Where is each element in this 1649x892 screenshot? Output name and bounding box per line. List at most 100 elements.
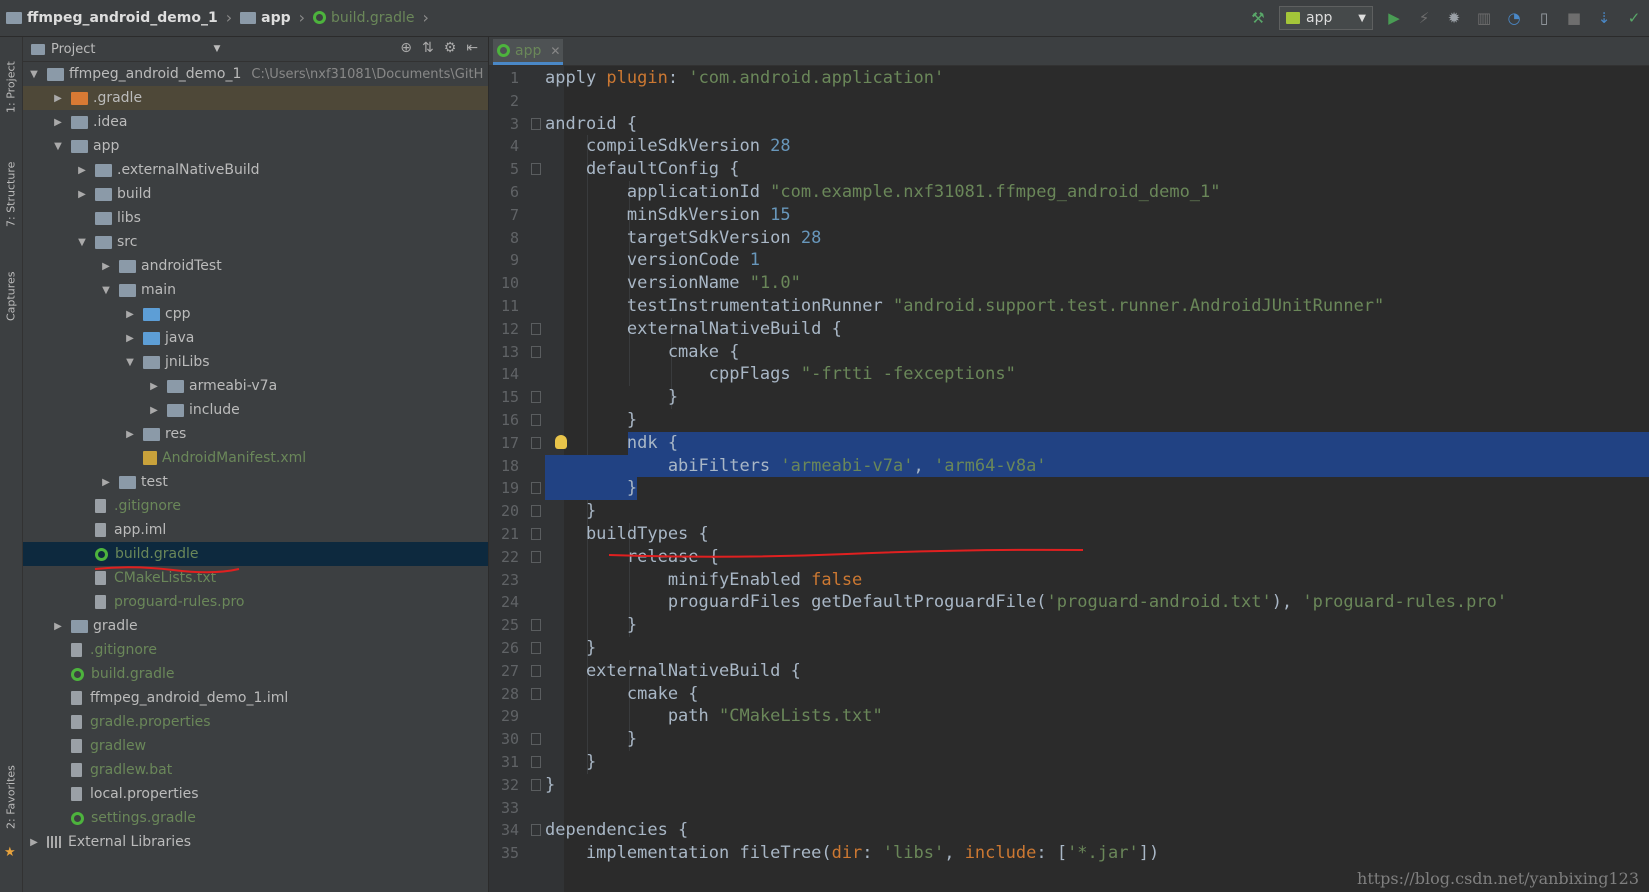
code-line[interactable]: 24 proguardFiles getDefaultProguardFile(… <box>489 591 1649 614</box>
code-line[interactable]: 19 } <box>489 477 1649 500</box>
apply-changes-icon[interactable]: ⚡ <box>1415 9 1433 27</box>
collapse-arrow-icon[interactable]: ▶ <box>147 405 161 416</box>
fold-marker-icon[interactable] <box>531 505 541 518</box>
fold-marker-icon[interactable] <box>531 642 541 654</box>
close-icon[interactable]: ✕ <box>550 44 560 58</box>
fold-marker-icon[interactable] <box>531 391 541 404</box>
code-line[interactable]: 6 applicationId "com.example.nxf31081.ff… <box>489 181 1649 204</box>
code-line[interactable]: 28 cmake { <box>489 683 1649 706</box>
breadcrumb-file[interactable]: build.gradle <box>313 10 415 26</box>
fold-marker-icon[interactable] <box>531 482 541 495</box>
code-line[interactable]: 4 compileSdkVersion 28 <box>489 135 1649 158</box>
tree-item[interactable]: .gitignore <box>23 638 488 662</box>
editor-tab-app[interactable]: app ✕ <box>493 39 563 65</box>
tree-item[interactable]: proguard-rules.pro <box>23 590 488 614</box>
tree-item[interactable]: ▶ androidTest <box>23 254 488 278</box>
tree-item[interactable]: settings.gradle <box>23 806 488 830</box>
tree-item[interactable]: gradle.properties <box>23 710 488 734</box>
code-line[interactable]: 17 ndk { <box>489 432 1649 455</box>
collapse-arrow-icon[interactable]: ▶ <box>75 165 89 176</box>
tree-item[interactable]: ▶ include <box>23 398 488 422</box>
fold-marker-icon[interactable] <box>531 322 541 335</box>
tree-item[interactable]: .gitignore <box>23 494 488 518</box>
fold-marker-icon[interactable] <box>531 550 541 563</box>
fold-marker-icon[interactable] <box>531 163 541 176</box>
code-line[interactable]: 34 dependencies { <box>489 819 1649 842</box>
breadcrumb-module[interactable]: app <box>240 10 291 26</box>
tree-item[interactable]: ▼ main <box>23 278 488 302</box>
code-line[interactable]: 25 } <box>489 614 1649 637</box>
code-line[interactable]: 27 externalNativeBuild { <box>489 660 1649 683</box>
code-line[interactable]: 1 apply plugin: 'com.android.application' <box>489 67 1649 90</box>
tree-item[interactable]: gradlew.bat <box>23 758 488 782</box>
collapse-arrow-icon[interactable]: ▶ <box>51 621 65 632</box>
collapse-arrow-icon[interactable]: ▶ <box>99 477 113 488</box>
code-line[interactable]: 26 } <box>489 637 1649 660</box>
tree-item[interactable]: local.properties <box>23 782 488 806</box>
expand-arrow-icon[interactable]: ▼ <box>51 141 65 152</box>
tree-item[interactable]: ▶ .idea <box>23 110 488 134</box>
code-line[interactable]: 10 versionName "1.0" <box>489 272 1649 295</box>
fold-marker-icon[interactable] <box>531 824 541 837</box>
code-line[interactable]: 16 } <box>489 409 1649 432</box>
collapse-arrow-icon[interactable]: ▶ <box>51 93 65 104</box>
tree-item[interactable]: ▶ gradle <box>23 614 488 638</box>
fold-marker-icon[interactable] <box>531 733 541 746</box>
run-icon[interactable]: ▶ <box>1385 9 1403 27</box>
code-line[interactable]: 8 targetSdkVersion 28 <box>489 227 1649 250</box>
code-line[interactable]: 33 <box>489 797 1649 820</box>
stop-icon[interactable]: ■ <box>1565 9 1583 27</box>
code-line[interactable]: 29 path "CMakeLists.txt" <box>489 705 1649 728</box>
tree-item[interactable]: ▶ .gradle <box>23 86 488 110</box>
code-line[interactable]: 30 } <box>489 728 1649 751</box>
fold-marker-icon[interactable] <box>531 345 541 358</box>
code-line[interactable]: 7 minSdkVersion 15 <box>489 204 1649 227</box>
tree-item[interactable]: AndroidManifest.xml <box>23 446 488 470</box>
expand-arrow-icon[interactable]: ▼ <box>99 285 113 296</box>
collapse-arrow-icon[interactable]: ▶ <box>147 381 161 392</box>
tree-item[interactable]: ▶ .externalNativeBuild <box>23 158 488 182</box>
tree-item[interactable]: ▶ build <box>23 182 488 206</box>
code-line[interactable]: 23 minifyEnabled false <box>489 569 1649 592</box>
tree-item[interactable]: ffmpeg_android_demo_1.iml <box>23 686 488 710</box>
tree-item[interactable]: ▼ jniLibs <box>23 350 488 374</box>
fold-marker-icon[interactable] <box>531 778 541 791</box>
expand-arrow-icon[interactable]: ▼ <box>27 69 41 80</box>
collapse-arrow-icon[interactable]: ▶ <box>27 837 41 848</box>
code-line[interactable]: 9 versionCode 1 <box>489 249 1649 272</box>
code-line[interactable]: 3 android { <box>489 113 1649 136</box>
code-line[interactable]: 21 buildTypes { <box>489 523 1649 546</box>
code-line[interactable]: 5 defaultConfig { <box>489 158 1649 181</box>
collapse-arrow-icon[interactable]: ▶ <box>51 117 65 128</box>
tree-item[interactable]: ▶ java <box>23 326 488 350</box>
code-line[interactable]: 14 cppFlags "-frtti -fexceptions" <box>489 363 1649 386</box>
code-line[interactable]: 32} <box>489 774 1649 797</box>
tree-item[interactable]: build.gradle <box>23 662 488 686</box>
fold-marker-icon[interactable] <box>531 117 541 130</box>
fold-marker-icon[interactable] <box>531 687 541 700</box>
hide-panel-icon[interactable]: ⇤ <box>466 40 478 56</box>
tool-tab-structure[interactable]: 7: Structure <box>0 149 22 239</box>
collapse-arrow-icon[interactable]: ▶ <box>123 429 137 440</box>
fold-marker-icon[interactable] <box>531 756 541 768</box>
tree-item[interactable]: ▶ test <box>23 470 488 494</box>
project-panel-title[interactable]: Project <box>51 42 95 57</box>
tree-item[interactable]: ▶ armeabi-v7a <box>23 374 488 398</box>
tree-item[interactable]: ▼ app <box>23 134 488 158</box>
fold-marker-icon[interactable] <box>531 528 541 540</box>
code-line[interactable]: 18 abiFilters 'armeabi-v7a', 'arm64-v8a' <box>489 455 1649 478</box>
chevron-down-icon[interactable]: ▼ <box>213 44 220 54</box>
build-hammer-icon[interactable]: ⚒ <box>1249 9 1267 27</box>
tree-item[interactable]: gradlew <box>23 734 488 758</box>
scroll-from-source-icon[interactable]: ⊕ <box>400 40 412 56</box>
code-line[interactable]: 2 <box>489 90 1649 113</box>
code-line[interactable]: 15 } <box>489 386 1649 409</box>
attach-debugger-icon[interactable]: ▯ <box>1535 9 1553 27</box>
collapse-all-icon[interactable]: ⇅ <box>422 40 434 56</box>
code-line[interactable]: 35 implementation fileTree(dir: 'libs', … <box>489 842 1649 865</box>
code-line[interactable]: 12 externalNativeBuild { <box>489 318 1649 341</box>
tree-item[interactable]: app.iml <box>23 518 488 542</box>
tree-item[interactable]: ▼ ffmpeg_android_demo_1 C:\Users\nxf31081\… <box>23 62 488 86</box>
fold-marker-icon[interactable] <box>531 414 541 426</box>
code-line[interactable]: 31 } <box>489 751 1649 774</box>
